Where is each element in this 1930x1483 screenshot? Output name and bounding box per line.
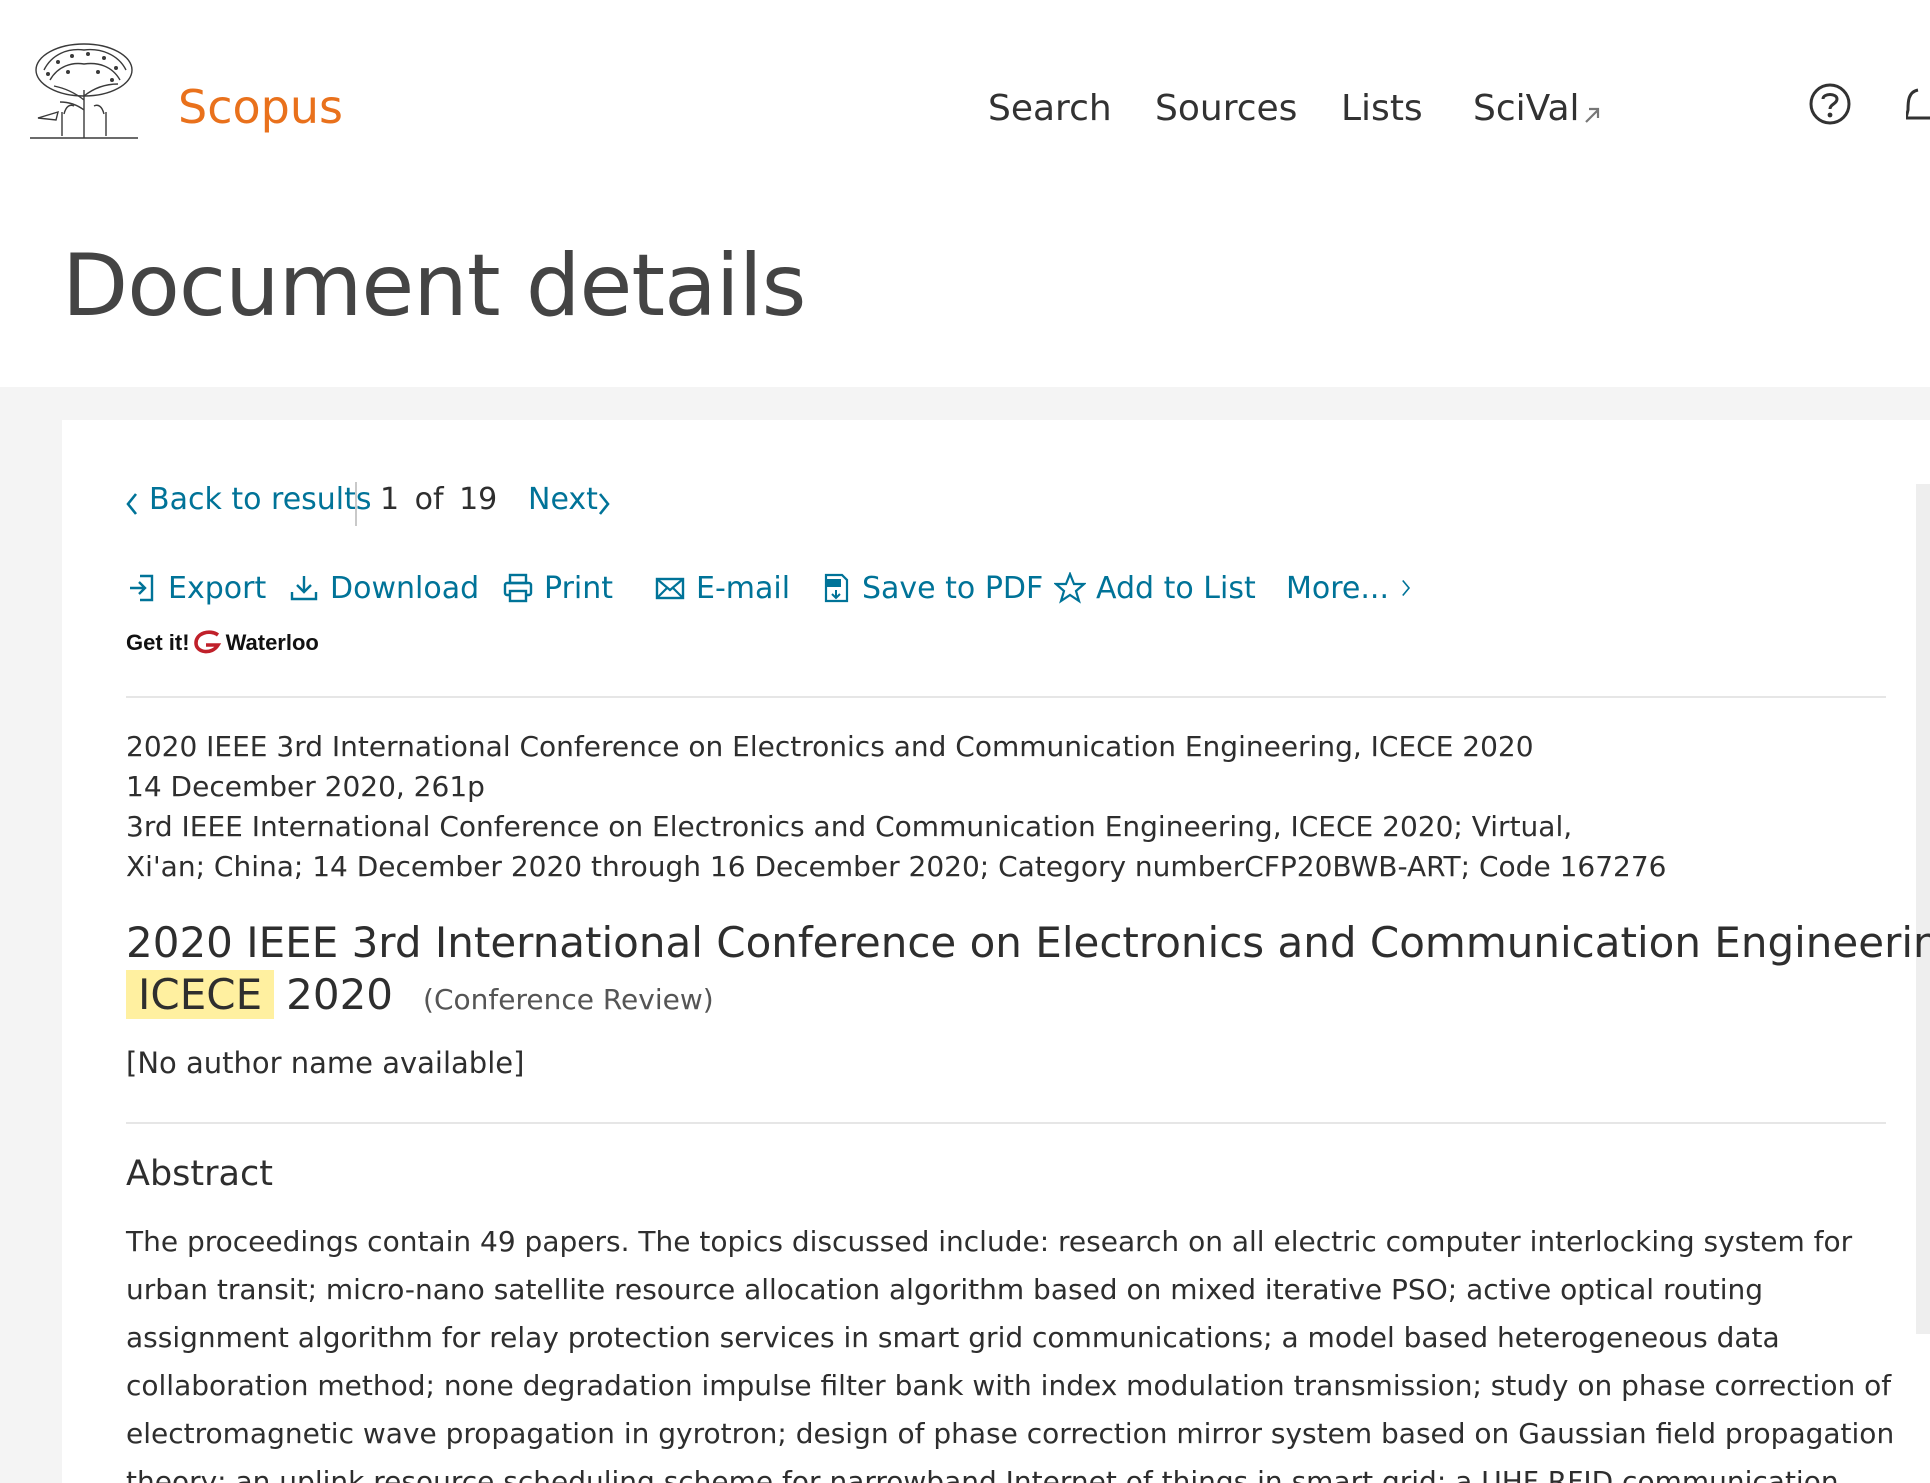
conference-info-cont: Xi'an; China; 14 December 2020 through 1… bbox=[126, 850, 1667, 883]
abstract-heading: Abstract bbox=[126, 1154, 273, 1194]
help-icon[interactable] bbox=[1808, 82, 1852, 126]
more-label: More... bbox=[1286, 570, 1389, 606]
print-button[interactable]: Print bbox=[502, 566, 613, 610]
document-title: 2020 IEEE 3rd International Conference o… bbox=[126, 918, 1930, 967]
source-title[interactable]: 2020 IEEE 3rd International Conference o… bbox=[126, 730, 1534, 763]
getit-suffix: Waterloo bbox=[225, 630, 319, 655]
page-title: Document details bbox=[62, 236, 806, 336]
divider bbox=[126, 1122, 1886, 1124]
title-highlight: ICECE bbox=[126, 970, 275, 1019]
get-it-waterloo-link[interactable]: Get it! Waterloo bbox=[126, 626, 319, 660]
email-button[interactable]: E-mail bbox=[654, 566, 790, 610]
download-button[interactable]: Download bbox=[288, 566, 479, 610]
chevron-right-icon[interactable] bbox=[596, 490, 612, 518]
next-link[interactable]: Next bbox=[528, 482, 598, 517]
back-to-results-link[interactable]: Back to results bbox=[149, 482, 372, 517]
document-type: (Conference Review) bbox=[423, 983, 714, 1016]
printer-icon bbox=[503, 573, 533, 603]
right-sidebar-edge bbox=[1916, 484, 1930, 1334]
divider bbox=[126, 696, 1886, 698]
envelope-icon bbox=[655, 577, 685, 600]
source-date: 14 December 2020, 261p bbox=[126, 770, 485, 803]
nav-search[interactable]: Search bbox=[988, 88, 1112, 132]
export-icon bbox=[130, 574, 154, 602]
add-to-list-label: Add to List bbox=[1096, 570, 1256, 606]
save-to-pdf-button[interactable]: Save to PDF bbox=[820, 566, 1043, 610]
pdf-icon bbox=[824, 573, 849, 603]
chevron-right-icon bbox=[1402, 579, 1411, 597]
scopus-brand[interactable]: Scopus bbox=[178, 80, 343, 134]
print-label: Print bbox=[544, 570, 614, 606]
download-icon bbox=[290, 576, 318, 601]
waterloo-swoosh-icon bbox=[193, 630, 221, 654]
download-label: Download bbox=[330, 570, 480, 606]
external-link-icon bbox=[1585, 107, 1600, 123]
more-button[interactable]: More... bbox=[1286, 566, 1419, 610]
title-year: 2020 bbox=[286, 970, 394, 1019]
document-title-cont: ICECE 2020 (Conference Review) bbox=[126, 970, 714, 1019]
nav-scival[interactable]: SciVal bbox=[1473, 88, 1580, 132]
conference-info: 3rd IEEE International Conference on Ele… bbox=[126, 810, 1573, 843]
star-icon bbox=[1054, 572, 1086, 604]
pagination-divider bbox=[355, 482, 357, 526]
result-position: 1 of 19 bbox=[380, 482, 498, 517]
email-label: E-mail bbox=[696, 570, 791, 606]
authors: [No author name available] bbox=[126, 1046, 525, 1080]
chevron-left-icon[interactable] bbox=[124, 490, 140, 518]
nav-lists[interactable]: Lists bbox=[1341, 88, 1423, 132]
nav-sources[interactable]: Sources bbox=[1155, 88, 1297, 132]
elsevier-tree-logo[interactable] bbox=[28, 40, 140, 140]
bell-icon[interactable] bbox=[1906, 80, 1930, 130]
abstract-text: The proceedings contain 49 papers. The t… bbox=[126, 1225, 1895, 1483]
export-button[interactable]: Export bbox=[126, 566, 266, 610]
save-to-pdf-label: Save to PDF bbox=[862, 570, 1044, 606]
add-to-list-button[interactable]: Add to List bbox=[1054, 566, 1256, 610]
export-label: Export bbox=[168, 570, 267, 606]
getit-prefix: Get it! bbox=[126, 630, 190, 655]
